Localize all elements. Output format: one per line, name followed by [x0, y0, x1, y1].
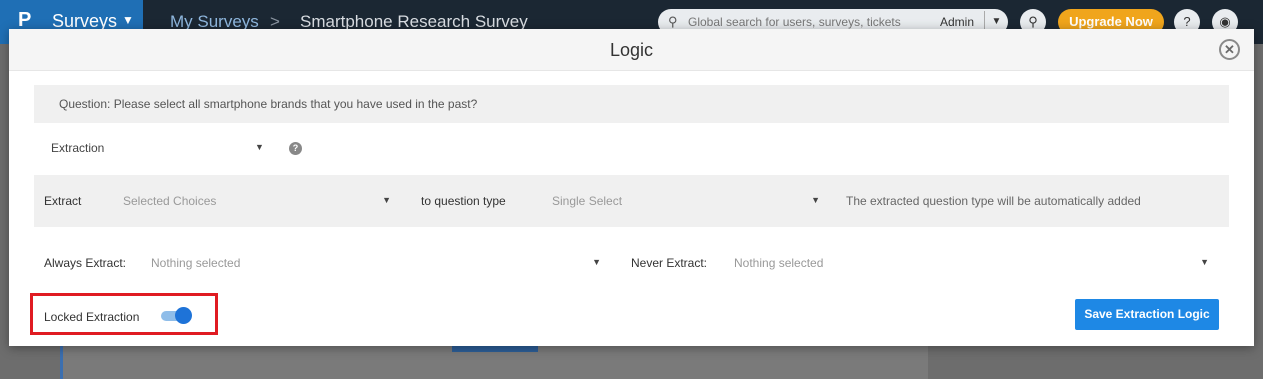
role-selector-label: Admin [940, 15, 975, 29]
logic-type-value: Extraction [51, 141, 105, 155]
extract-source-dropdown[interactable]: Selected Choices ▼ [123, 194, 391, 212]
save-extraction-logic-button[interactable]: Save Extraction Logic [1075, 299, 1219, 330]
question-banner: Question: Please select all smartphone b… [34, 85, 1229, 123]
locked-extraction-label: Locked Extraction [44, 310, 140, 324]
extract-settings-row: Extract Selected Choices ▼ to question t… [34, 175, 1229, 227]
close-icon[interactable]: ✕ [1219, 39, 1240, 60]
extraction-hint: The extracted question type will be auto… [846, 194, 1141, 208]
chevron-down-icon: ▼ [122, 13, 134, 27]
toggle-knob [175, 307, 192, 324]
modal-header: Logic ✕ [9, 29, 1254, 71]
locked-extraction-highlight: Locked Extraction [30, 293, 218, 335]
chevron-down-icon: ▼ [382, 195, 391, 205]
never-extract-dropdown[interactable]: Nothing selected ▼ [734, 256, 1209, 274]
extract-source-value: Selected Choices [123, 194, 217, 208]
chevron-down-icon: ▼ [811, 195, 820, 205]
global-search-placeholder: Global search for users, surveys, ticket… [688, 15, 901, 29]
chevron-down-icon: ▼ [592, 257, 601, 267]
always-extract-value: Nothing selected [151, 256, 241, 270]
never-extract-value: Nothing selected [734, 256, 824, 270]
question-text: Question: Please select all smartphone b… [59, 97, 478, 111]
extract-label: Extract [44, 194, 82, 208]
to-question-type-label: to question type [421, 194, 506, 208]
locked-extraction-toggle[interactable] [161, 307, 193, 324]
never-extract-label: Never Extract: [631, 256, 708, 270]
help-icon[interactable]: ? [289, 142, 302, 155]
always-extract-dropdown[interactable]: Nothing selected ▼ [151, 256, 601, 274]
question-type-dropdown[interactable]: Single Select ▼ [552, 194, 820, 212]
chevron-down-icon: ▼ [1200, 257, 1209, 267]
modal-title: Logic [609, 40, 654, 60]
always-extract-label: Always Extract: [44, 256, 127, 270]
question-type-value: Single Select [552, 194, 623, 208]
logic-modal: Logic ✕ Question: Please select all smar… [9, 29, 1254, 346]
search-icon: ⚲ [668, 14, 678, 29]
chevron-down-icon: ▼ [255, 142, 264, 152]
logic-type-dropdown[interactable]: Extraction ▼ [51, 141, 266, 159]
